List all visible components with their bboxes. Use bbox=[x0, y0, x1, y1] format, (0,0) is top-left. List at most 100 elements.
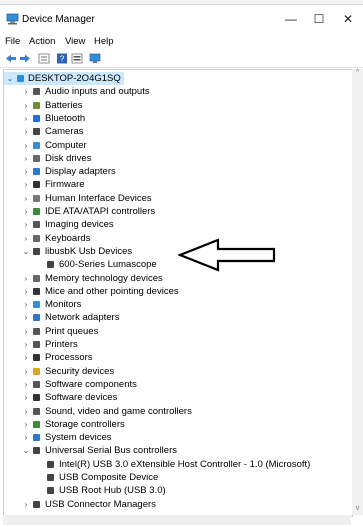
device-manager-icon bbox=[6, 13, 19, 25]
collapse-chevron-icon[interactable]: ⌄ bbox=[22, 245, 30, 258]
tree-item[interactable]: › IDE ATA/ATAPI controllers bbox=[4, 205, 344, 218]
expand-chevron-icon[interactable]: › bbox=[22, 498, 30, 511]
tree-item[interactable]: › System devices bbox=[4, 431, 344, 444]
menu-help[interactable]: Help bbox=[94, 36, 114, 47]
speaker-icon bbox=[33, 88, 40, 96]
expand-chevron-icon[interactable]: › bbox=[22, 338, 30, 351]
close-button[interactable]: ✕ bbox=[333, 10, 363, 28]
expand-chevron-icon[interactable]: › bbox=[22, 139, 30, 152]
tree-item-label: USB Composite Device bbox=[59, 472, 159, 483]
tree-item[interactable]: 600-Series Lumascope bbox=[4, 258, 344, 271]
tree-item[interactable]: › Security devices bbox=[4, 365, 344, 378]
expand-chevron-icon[interactable]: › bbox=[22, 365, 30, 378]
expand-chevron-icon[interactable]: › bbox=[22, 285, 30, 298]
collapse-chevron-icon[interactable]: ⌄ bbox=[6, 72, 14, 85]
show-hidden-icon[interactable] bbox=[71, 53, 83, 64]
expand-chevron-icon[interactable]: › bbox=[22, 205, 30, 218]
tree-item-label: Sound, video and game controllers bbox=[45, 405, 192, 417]
expand-chevron-icon[interactable]: › bbox=[22, 272, 30, 285]
expand-chevron-icon[interactable]: › bbox=[22, 165, 30, 178]
tree-item-label: Human Interface Devices bbox=[45, 192, 152, 204]
tree-item[interactable]: USB Root Hub (USB 3.0) bbox=[4, 484, 344, 497]
tree-item[interactable]: › Monitors bbox=[4, 298, 344, 311]
back-icon[interactable] bbox=[5, 53, 17, 64]
tree-item[interactable]: › Storage controllers bbox=[4, 418, 344, 431]
scroll-down-icon[interactable]: v bbox=[352, 505, 363, 515]
tree-item[interactable]: › Computer bbox=[4, 139, 344, 152]
toolbar: ? bbox=[0, 51, 363, 68]
minimize-button[interactable]: — bbox=[276, 10, 306, 28]
disk-icon bbox=[33, 154, 40, 162]
collapse-chevron-icon[interactable]: ⌄ bbox=[22, 444, 30, 457]
expand-chevron-icon[interactable]: › bbox=[22, 112, 30, 125]
tree-item-label: Storage controllers bbox=[45, 418, 125, 430]
menu-view[interactable]: View bbox=[65, 36, 85, 47]
tree-item[interactable]: › Processors bbox=[4, 351, 344, 364]
tree-item-label: Bluetooth bbox=[45, 112, 86, 124]
tree-item[interactable]: Intel(R) USB 3.0 eXtensible Host Control… bbox=[4, 458, 344, 471]
tree-item[interactable]: ⌄ libusbK Usb Devices bbox=[4, 245, 344, 258]
expand-chevron-icon[interactable]: › bbox=[22, 85, 30, 98]
tree-item[interactable]: › Mice and other pointing devices bbox=[4, 285, 344, 298]
scroll-up-icon[interactable]: ^ bbox=[352, 69, 363, 79]
tree-item[interactable]: › Printers bbox=[4, 338, 344, 351]
expand-chevron-icon[interactable]: › bbox=[22, 152, 30, 165]
forward-icon[interactable] bbox=[19, 53, 31, 64]
expand-chevron-icon[interactable]: › bbox=[22, 311, 30, 324]
tree-item[interactable]: › Human Interface Devices bbox=[4, 192, 344, 205]
tree-item-label: Batteries bbox=[45, 99, 83, 111]
battery-icon bbox=[33, 101, 40, 109]
tree-item[interactable]: › Bluetooth bbox=[4, 112, 344, 125]
vertical-scrollbar[interactable]: ^ v bbox=[352, 69, 363, 515]
tree-item-label: Cameras bbox=[45, 126, 84, 138]
mouse-icon bbox=[33, 287, 40, 295]
help-icon[interactable]: ? bbox=[56, 53, 68, 64]
expand-chevron-icon[interactable]: › bbox=[22, 405, 30, 418]
tree-item-label: Monitors bbox=[45, 299, 82, 311]
expand-chevron-icon[interactable]: › bbox=[22, 325, 30, 338]
expand-chevron-icon[interactable]: › bbox=[22, 218, 30, 231]
expand-chevron-icon[interactable]: › bbox=[22, 391, 30, 404]
expand-chevron-icon[interactable]: › bbox=[22, 431, 30, 444]
expand-chevron-icon[interactable]: › bbox=[22, 418, 30, 431]
menu-action[interactable]: Action bbox=[29, 36, 55, 47]
tree-root[interactable]: ⌄ DESKTOP-2O4G1SQ bbox=[4, 72, 124, 85]
display-adapter-icon bbox=[33, 168, 40, 176]
tree-item[interactable]: › USB Connector Managers bbox=[4, 498, 344, 511]
expand-chevron-icon[interactable]: › bbox=[22, 192, 30, 205]
expand-chevron-icon[interactable]: › bbox=[22, 232, 30, 245]
menu-file[interactable]: File bbox=[5, 36, 20, 47]
device-tree[interactable]: ⌄ DESKTOP-2O4G1SQ › Audio inputs and output… bbox=[3, 69, 353, 517]
tree-item[interactable]: › Audio inputs and outputs bbox=[4, 85, 344, 98]
expand-chevron-icon[interactable]: › bbox=[22, 378, 30, 391]
tree-item[interactable]: › Cameras bbox=[4, 125, 344, 138]
tree-item-label: Print queues bbox=[45, 325, 99, 337]
expand-chevron-icon[interactable]: › bbox=[22, 125, 30, 138]
tree-item[interactable]: › Network adapters bbox=[4, 311, 344, 324]
window-title: Device Manager bbox=[22, 14, 95, 25]
tree-item[interactable]: › Software components bbox=[4, 378, 344, 391]
hid-icon bbox=[33, 194, 40, 202]
tree-item-label: Display adapters bbox=[45, 166, 116, 178]
expand-chevron-icon[interactable]: › bbox=[22, 351, 30, 364]
properties-icon[interactable] bbox=[38, 53, 50, 64]
tree-item[interactable]: › Software devices bbox=[4, 391, 344, 404]
tree-item[interactable]: › Display adapters bbox=[4, 165, 344, 178]
maximize-button[interactable]: ☐ bbox=[304, 10, 334, 28]
tree-item[interactable]: ⌄ Universal Serial Bus controllers bbox=[4, 444, 344, 457]
expand-chevron-icon[interactable]: › bbox=[22, 298, 30, 311]
tree-item[interactable]: › Firmware bbox=[4, 178, 344, 191]
expand-chevron-icon[interactable]: › bbox=[22, 178, 30, 191]
tree-item[interactable]: › Sound, video and game controllers bbox=[4, 405, 344, 418]
tree-item[interactable]: › Imaging devices bbox=[4, 218, 344, 231]
tree-item[interactable]: › Keyboards bbox=[4, 232, 344, 245]
tree-item[interactable]: › Disk drives bbox=[4, 152, 344, 165]
monitor-icon[interactable] bbox=[89, 53, 101, 64]
horizontal-scrollbar[interactable] bbox=[3, 515, 351, 525]
tree-item[interactable]: › Batteries bbox=[4, 99, 344, 112]
tree-item-label: Software components bbox=[45, 378, 137, 390]
tree-item[interactable]: › Memory technology devices bbox=[4, 272, 344, 285]
expand-chevron-icon[interactable]: › bbox=[22, 99, 30, 112]
tree-item[interactable]: USB Composite Device bbox=[4, 471, 344, 484]
tree-item[interactable]: › Print queues bbox=[4, 325, 344, 338]
